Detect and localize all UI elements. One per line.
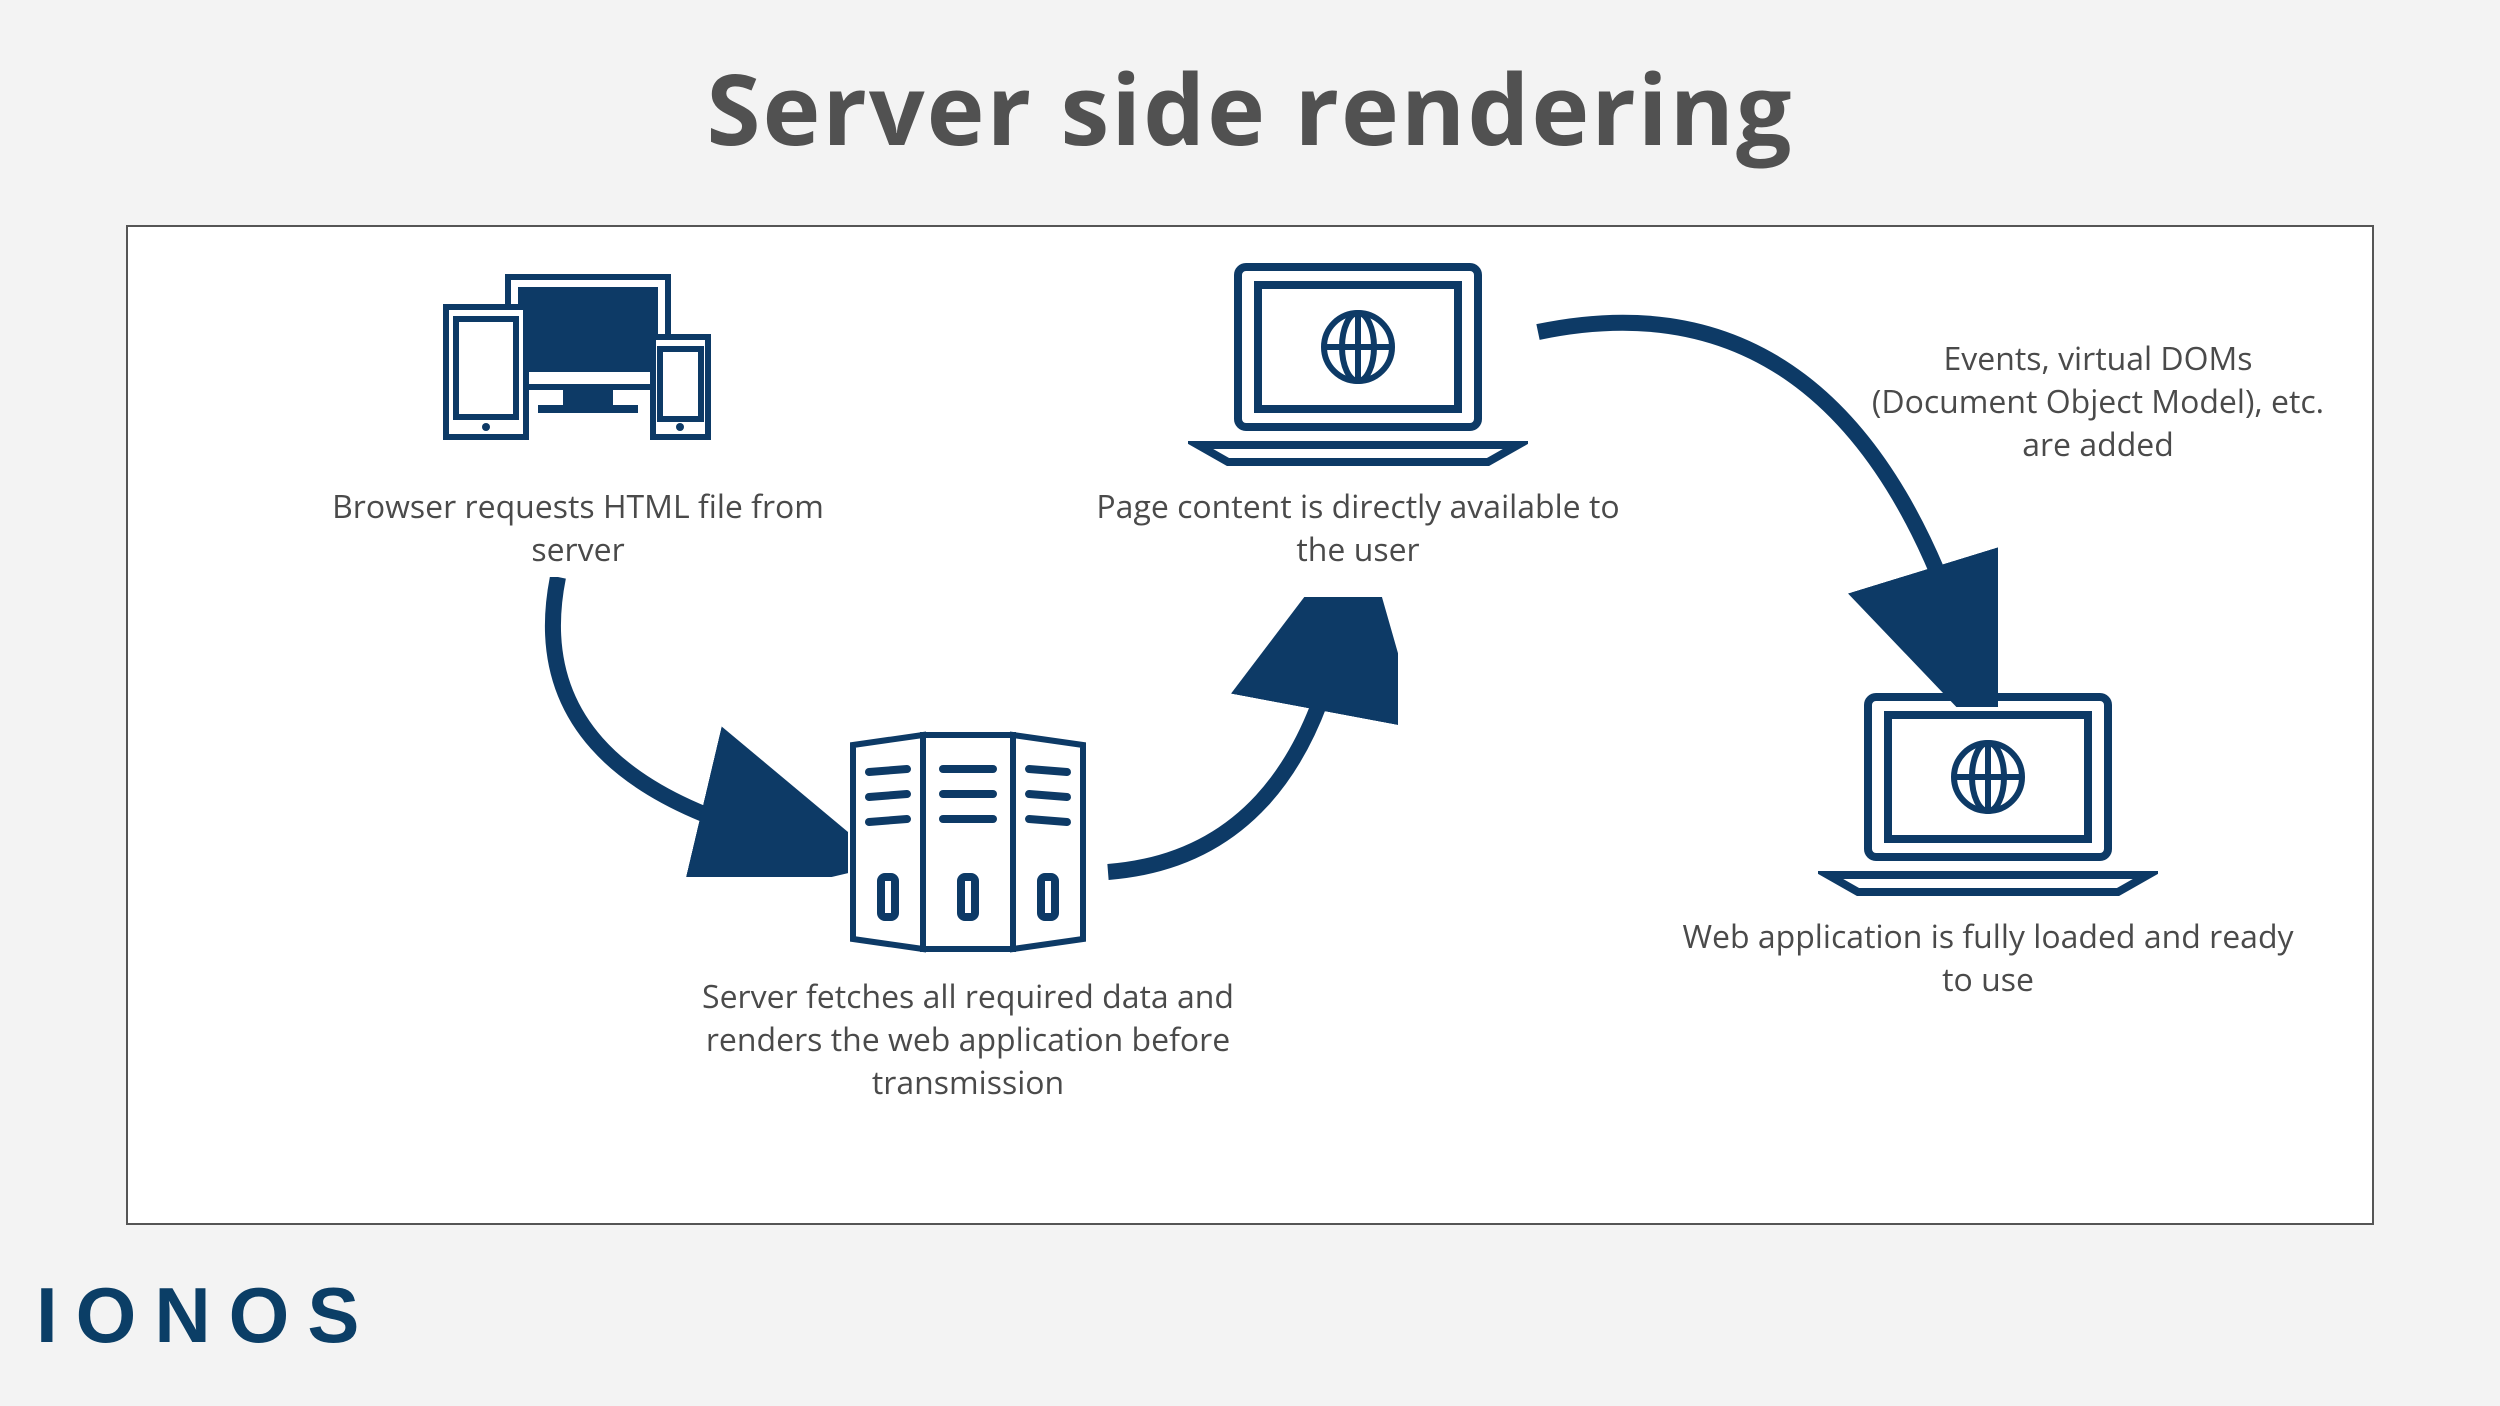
laptop-globe-icon — [1188, 257, 1528, 467]
label-events-added: Events, virtual DOMs (Document Object Mo… — [1858, 337, 2338, 467]
diagram-title: Server side rendering — [0, 40, 2500, 174]
arrow-2 — [1098, 597, 1398, 892]
laptop-ready-icon — [1818, 687, 2158, 897]
brand-logo: IONOS — [36, 1270, 377, 1361]
caption-app-ready: Web application is fully loaded and read… — [1678, 915, 2298, 1001]
node-browser-request: Browser requests HTML file from server — [328, 267, 828, 571]
caption-browser-request: Browser requests HTML file from server — [328, 485, 828, 571]
diagram-panel: Browser requests HTML file from server — [126, 225, 2374, 1225]
caption-server: Server fetches all required data and ren… — [648, 975, 1288, 1105]
devices-icon — [428, 267, 728, 467]
caption-events-added: Events, virtual DOMs (Document Object Mo… — [1858, 337, 2338, 467]
node-app-ready: Web application is fully loaded and read… — [1678, 687, 2298, 1001]
server-icon — [833, 727, 1103, 957]
